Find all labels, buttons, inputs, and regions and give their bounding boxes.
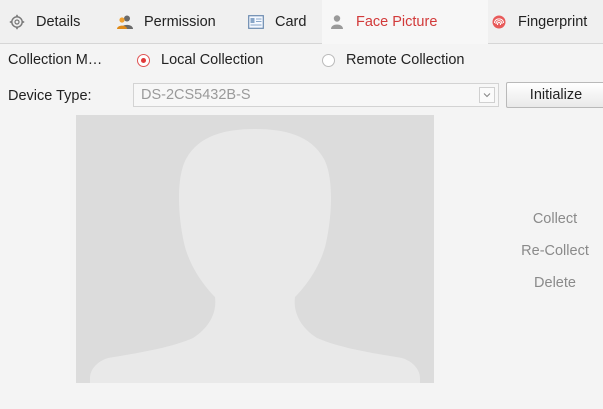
remote-collection-radio[interactable]: Remote Collection <box>322 52 464 68</box>
radio-unselected-icon <box>322 53 335 67</box>
radio-selected-icon <box>137 53 150 67</box>
device-type-label: Device Type: <box>8 88 92 104</box>
local-collection-radio[interactable]: Local Collection <box>137 52 263 68</box>
remote-collection-label: Remote Collection <box>346 52 465 68</box>
tab-card-label: Card <box>275 14 307 30</box>
tab-bar: Details Permission Card Face Picture Fin… <box>0 0 603 44</box>
delete-button[interactable]: Delete <box>500 275 603 291</box>
tab-details-label: Details <box>36 14 81 30</box>
user-group-icon <box>116 13 134 31</box>
tab-fingerprint-label: Fingerprint <box>518 14 588 30</box>
collect-button[interactable]: Collect <box>500 211 603 227</box>
local-collection-label: Local Collection <box>161 52 264 68</box>
tab-face-picture[interactable]: Face Picture <box>322 0 488 44</box>
tab-card[interactable]: Card <box>247 0 306 44</box>
initialize-button[interactable]: Initialize <box>506 82 603 108</box>
device-type-select[interactable]: DS-2CS5432B-S <box>133 83 499 107</box>
tab-fingerprint[interactable]: Fingerprint <box>490 0 587 44</box>
face-picture-preview <box>76 115 434 383</box>
card-icon <box>247 13 265 31</box>
tab-permission-label: Permission <box>144 14 216 30</box>
face-placeholder-icon <box>90 129 420 383</box>
settings-icon <box>8 13 26 31</box>
collection-mode-label: Collection M… <box>8 52 103 68</box>
tab-details[interactable]: Details <box>8 0 80 44</box>
tab-permission[interactable]: Permission <box>116 0 216 44</box>
fingerprint-icon <box>490 13 508 31</box>
collection-mode-row: Collection M… Local Collection Remote Co… <box>0 45 603 75</box>
chevron-down-icon[interactable] <box>479 87 495 103</box>
recollect-button[interactable]: Re-Collect <box>500 243 603 259</box>
tab-face-picture-label: Face Picture <box>356 14 438 30</box>
person-icon <box>328 13 346 31</box>
device-type-value: DS-2CS5432B-S <box>141 87 251 103</box>
